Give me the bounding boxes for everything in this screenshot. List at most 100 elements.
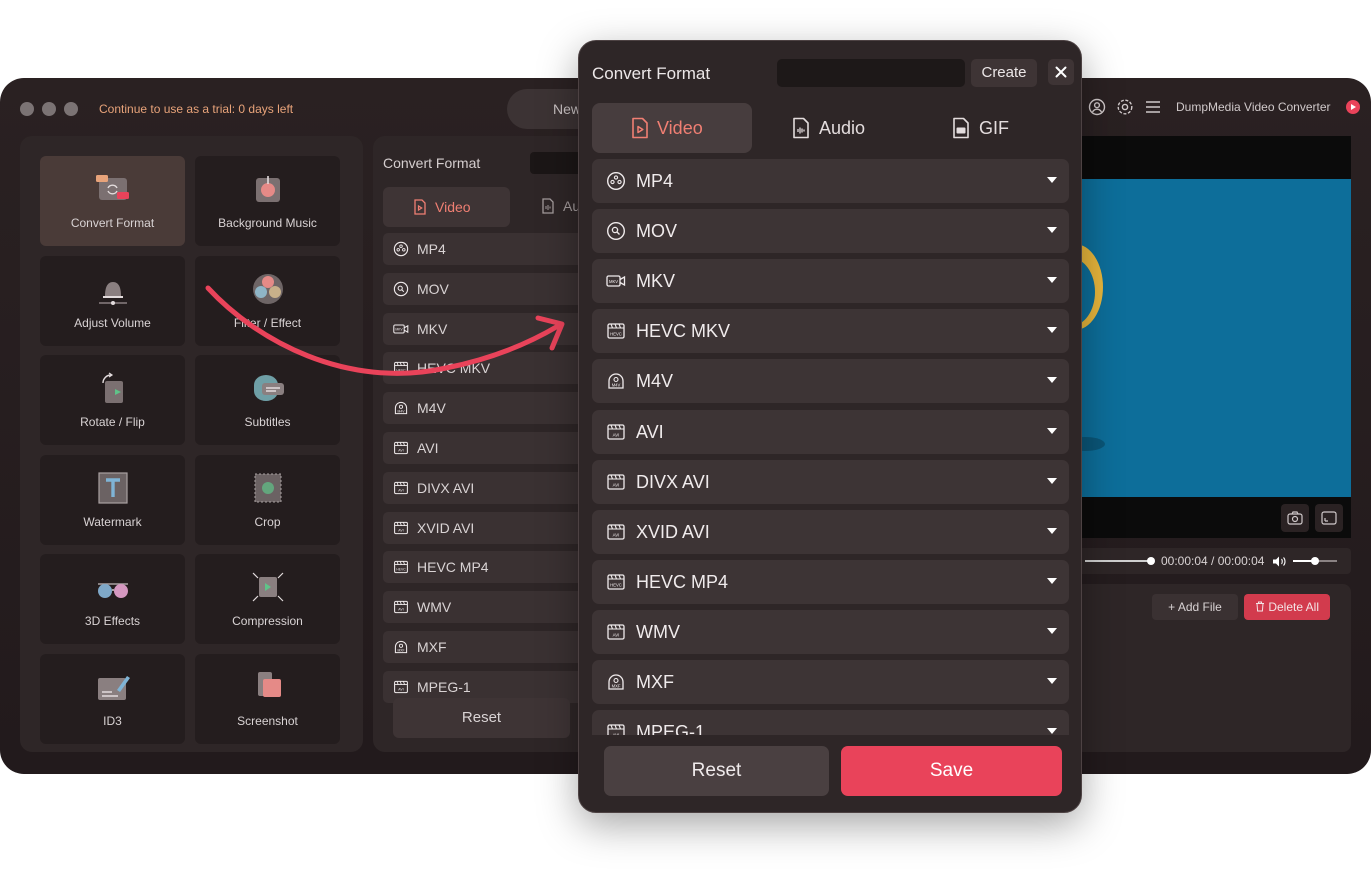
volume-icon[interactable] [1272, 555, 1286, 568]
tool-3d-effects[interactable]: 3D Effects [40, 554, 185, 644]
format-row-hevc-mp4[interactable]: HEVC HEVC MP4 [592, 559, 1069, 604]
close-window-button[interactable] [20, 102, 34, 116]
format-label: M4V [636, 371, 674, 392]
tab-audio[interactable]: Audio [779, 103, 889, 153]
preset-name-input[interactable] [777, 59, 965, 87]
create-button[interactable]: Create [971, 59, 1037, 87]
tool-watermark[interactable]: Watermark [40, 454, 185, 545]
tool-label: Rotate / Flip [80, 415, 145, 429]
caret-down-icon[interactable] [1047, 577, 1057, 584]
close-button[interactable] [1048, 59, 1074, 85]
video-file-icon [414, 199, 426, 215]
tab-video[interactable]: Video [592, 103, 752, 153]
user-icon[interactable] [1088, 98, 1106, 116]
tool-label: Convert Format [70, 216, 155, 230]
tab-gif[interactable]: GIF [939, 103, 1039, 153]
rotate-flip-icon [95, 371, 131, 405]
caret-down-icon[interactable] [1047, 277, 1057, 284]
top-right-toolbar: DumpMedia Video Converter [1088, 98, 1361, 116]
svg-text:MKV: MKV [609, 279, 618, 284]
progress-knob[interactable] [1147, 557, 1155, 565]
format-row-hevc-mkv[interactable]: HEVC HEVC MKV [592, 309, 1069, 354]
tool-screenshot[interactable]: Screenshot [195, 653, 340, 744]
format-row-xvid-avi[interactable]: AVI XVID AVI [592, 509, 1069, 554]
tool-id3[interactable]: ID3 [40, 653, 185, 744]
snapshot-button[interactable] [1281, 504, 1309, 532]
minimize-window-button[interactable] [42, 102, 56, 116]
svg-text:AVI: AVI [398, 687, 403, 691]
zoom-window-button[interactable] [64, 102, 78, 116]
tool-rotate-flip[interactable]: Rotate / Flip [40, 355, 185, 445]
caret-down-icon[interactable] [1047, 477, 1057, 484]
caret-down-icon[interactable] [1047, 627, 1057, 634]
mid-tab-video[interactable]: Video [383, 187, 510, 227]
caret-down-icon[interactable] [1047, 377, 1057, 384]
format-row-mp4[interactable]: MP4 [592, 159, 1069, 203]
delete-all-button[interactable]: Delete All [1244, 594, 1330, 620]
mid-format-row[interactable]: AVI XVID AVI [383, 511, 593, 544]
delete-all-label: Delete All [1268, 600, 1320, 614]
tool-label: Screenshot [237, 713, 298, 728]
menu-icon[interactable] [1144, 98, 1162, 116]
tool-convert-format[interactable]: Convert Format [40, 156, 185, 246]
avi-icon: AVI [393, 599, 409, 615]
mid-format-row[interactable]: AVI WMV [383, 591, 593, 624]
format-row-wmv[interactable]: AVI WMV [592, 609, 1069, 654]
mid-panel-title: Convert Format [383, 155, 481, 171]
format-list: MP4 MOV MKV MKV HEVC HEVC MKV M4V M4V AVI AVI AVI D… [592, 159, 1069, 735]
format-row-mxf[interactable]: MXF MXF [592, 660, 1069, 704]
caret-down-icon[interactable] [1047, 527, 1057, 534]
pointer-arrow [205, 285, 565, 376]
timeline[interactable]: 00:00:04 / 00:00:04 [1075, 548, 1351, 574]
mid-format-row[interactable]: HEVC HEVC MP4 [383, 551, 593, 584]
mid-format-row[interactable]: MP4 [383, 233, 593, 265]
avi-icon: AVI [606, 722, 626, 735]
volume-knob[interactable] [1311, 557, 1319, 565]
mid-format-row[interactable]: M4V M4V [383, 392, 593, 425]
mxf-icon: MXF [393, 639, 409, 655]
tool-background-music[interactable]: Background Music [195, 156, 340, 246]
format-row-divx-avi[interactable]: AVI DIVX AVI [592, 459, 1069, 504]
mid-format-row[interactable]: AVI AVI [383, 432, 593, 464]
tool-compression[interactable]: Compression [195, 554, 340, 644]
mid-reset-button[interactable]: Reset [393, 698, 570, 738]
caret-down-icon[interactable] [1047, 678, 1057, 684]
svg-text:AVI: AVI [398, 449, 403, 453]
fullscreen-button[interactable] [1315, 504, 1343, 532]
format-row-m4v[interactable]: M4V M4V [592, 359, 1069, 404]
preview-controls-bar [1075, 497, 1351, 538]
tool-adjust-volume[interactable]: Adjust Volume [40, 255, 185, 346]
caret-down-icon[interactable] [1047, 728, 1057, 735]
dialog-title: Convert Format [592, 64, 711, 83]
m4v-icon: M4V [606, 371, 626, 391]
caret-down-icon[interactable] [1047, 327, 1057, 334]
video-preview[interactable] [1075, 179, 1351, 497]
tool-crop[interactable]: Crop [195, 454, 340, 545]
format-row-mkv[interactable]: MKV MKV [592, 259, 1069, 304]
tab-audio-label: Audio [819, 118, 866, 138]
format-label: DIVX AVI [636, 471, 710, 492]
format-row-mpeg-1[interactable]: AVI MPEG-1 [592, 710, 1069, 735]
settings-icon[interactable] [1116, 98, 1134, 116]
save-button[interactable]: Save [841, 746, 1062, 796]
new-pill-label: New [553, 101, 582, 117]
hevc-icon: HEVC [606, 572, 626, 592]
avi-icon: AVI [606, 472, 626, 492]
format-row-avi[interactable]: AVI AVI [592, 409, 1069, 454]
reset-button[interactable]: Reset [604, 746, 829, 796]
caret-down-icon[interactable] [1047, 427, 1057, 434]
caret-down-icon[interactable] [1047, 177, 1057, 183]
mid-format-label: M4V [417, 400, 446, 417]
format-row-mov[interactable]: MOV [592, 209, 1069, 254]
mid-format-label: MP4 [417, 241, 446, 257]
mid-format-row[interactable]: MXF MXF [383, 631, 593, 663]
tool-label: Subtitles [244, 415, 291, 429]
caret-down-icon[interactable] [1047, 227, 1057, 234]
mid-format-label: AVI [417, 440, 439, 456]
avi-icon: AVI [606, 622, 626, 642]
m4v-icon: M4V [393, 400, 409, 416]
svg-text:AVI: AVI [613, 432, 620, 437]
close-icon [1055, 66, 1067, 78]
add-file-button[interactable]: + Add File [1152, 594, 1238, 620]
mid-format-row[interactable]: AVI DIVX AVI [383, 471, 593, 504]
